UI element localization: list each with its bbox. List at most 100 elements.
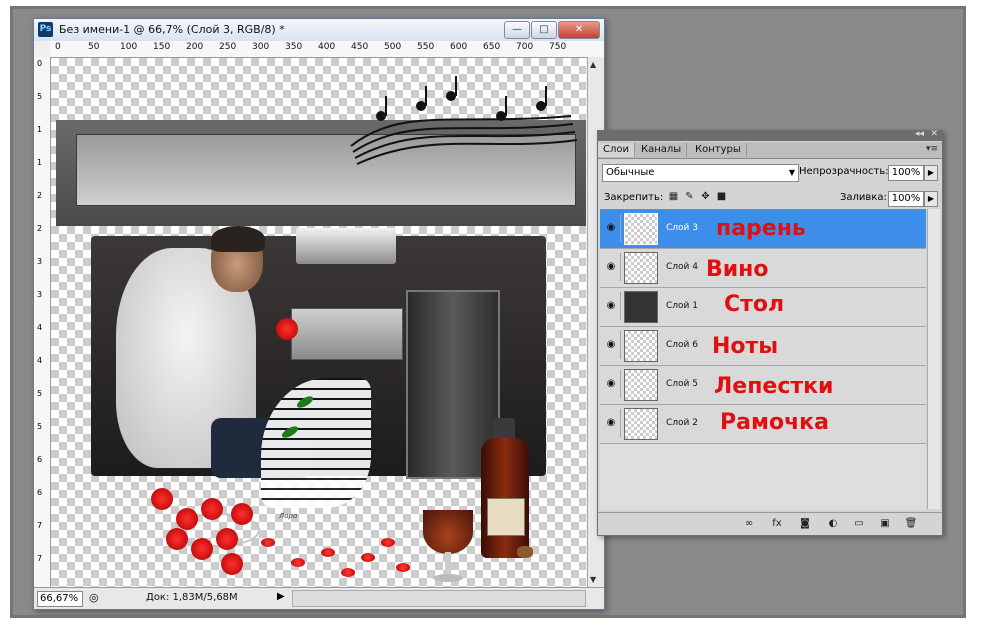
horizontal-scrollbar[interactable] <box>292 590 586 607</box>
ruler-tick: 400 <box>318 42 336 52</box>
ruler-tick: 700 <box>516 42 534 52</box>
layer-thumbnail <box>624 252 658 284</box>
zoom-field[interactable]: 66,67% <box>37 591 83 607</box>
ruler-tick: 600 <box>450 42 468 52</box>
ruler-tick: 3 <box>37 290 43 299</box>
chevron-down-icon: ▼ <box>788 168 795 177</box>
eye-icon[interactable]: ◉ <box>602 253 621 281</box>
blend-mode-select[interactable]: Обычные ▼ <box>602 164 799 182</box>
ruler-tick: 350 <box>285 42 303 52</box>
ruler-tick: 550 <box>417 42 435 52</box>
canvas-watermark: Лоро <box>279 512 298 520</box>
fill-field[interactable]: 100% <box>888 191 924 207</box>
maximize-button[interactable]: □ <box>531 21 557 39</box>
tab-channels[interactable]: Каналы <box>636 143 688 157</box>
layer-annotation: парень <box>716 216 806 241</box>
collapse-panel-icon[interactable]: ◂◂ <box>915 129 924 139</box>
layers-list: ◉ Слой 3 ◉ Слой 4 ◉ Слой 1 ◉ Слой 6 ◉ Сл… <box>600 209 926 510</box>
lock-position-icon[interactable]: ✥ <box>700 191 711 202</box>
lock-transparency-icon[interactable]: ▦ <box>668 191 679 202</box>
layers-scrollbar[interactable] <box>927 209 940 509</box>
ruler-tick: 500 <box>384 42 402 52</box>
man-hair-artwork <box>211 226 265 252</box>
ruler-tick: 650 <box>483 42 501 52</box>
ruler-tick: 150 <box>153 42 171 52</box>
layer-annotation: Рамочка <box>720 410 829 435</box>
layer-name: Слой 2 <box>666 418 698 428</box>
folder-icon[interactable]: ▭ <box>852 517 866 531</box>
layer-annotation: Стол <box>724 292 785 317</box>
trash-icon[interactable]: 🗑 <box>904 517 918 531</box>
panel-header-bar[interactable]: ◂◂ ✕ <box>598 129 942 141</box>
petal-artwork <box>291 558 305 567</box>
layer-name: Слой 6 <box>666 340 698 350</box>
bottle-label-artwork <box>487 498 525 536</box>
opacity-label: Непрозрачность: <box>799 166 889 177</box>
adjustment-icon[interactable]: ◐ <box>826 517 840 531</box>
rose-artwork <box>276 318 298 340</box>
vertical-ruler[interactable]: 0 5 1 1 2 2 3 3 4 4 5 5 6 6 7 7 <box>34 57 51 587</box>
eye-icon[interactable]: ◉ <box>602 292 621 320</box>
stereo-artwork <box>291 308 403 360</box>
layer-name: Слой 4 <box>666 262 698 272</box>
document-title: Без имени-1 @ 66,7% (Слой 3, RGB/8) * <box>59 23 285 36</box>
petal-artwork <box>381 538 395 547</box>
ruler-tick: 7 <box>37 521 43 530</box>
ruler-tick: 0 <box>55 42 61 52</box>
document-status-bar: 66,67% ◎ Док: 1,83M/5,68M ▶ <box>34 587 604 609</box>
status-info-icon[interactable]: ◎ <box>89 591 99 604</box>
layer-thumbnail <box>624 213 658 245</box>
minimize-button[interactable]: — <box>504 21 530 39</box>
scroll-down-icon[interactable]: ▼ <box>590 575 596 584</box>
ruler-tick: 0 <box>37 59 43 68</box>
eye-icon[interactable]: ◉ <box>602 370 621 398</box>
eye-icon[interactable]: ◉ <box>602 214 621 242</box>
photoshop-icon: Ps <box>38 22 53 37</box>
rose-artwork <box>176 508 198 530</box>
ruler-tick: 200 <box>186 42 204 52</box>
blend-mode-value: Обычные <box>606 167 655 178</box>
ruler-tick: 2 <box>37 224 43 233</box>
layer-annotation: Ноты <box>712 334 779 359</box>
ruler-tick: 7 <box>37 554 43 563</box>
status-menu-arrow-icon[interactable]: ▶ <box>277 591 285 602</box>
petal-artwork <box>261 538 275 547</box>
music-notes-artwork <box>350 76 578 165</box>
fill-slider-arrow-icon[interactable]: ▶ <box>924 191 938 207</box>
document-titlebar[interactable]: Ps Без имени-1 @ 66,7% (Слой 3, RGB/8) *… <box>34 19 604 42</box>
tab-layers[interactable]: Слои <box>598 143 635 157</box>
mask-icon[interactable]: ◙ <box>798 517 812 531</box>
fx-icon[interactable]: fx <box>770 517 784 531</box>
ruler-tick: 4 <box>37 323 43 332</box>
document-canvas[interactable]: Лоро <box>51 58 586 587</box>
opacity-slider-arrow-icon[interactable]: ▶ <box>924 165 938 181</box>
scroll-up-icon[interactable]: ▲ <box>590 60 596 69</box>
eye-icon[interactable]: ◉ <box>602 409 621 437</box>
document-size-info: Док: 1,83M/5,68M <box>146 592 238 603</box>
eye-icon[interactable]: ◉ <box>602 331 621 359</box>
lock-label: Закрепить: <box>604 192 664 203</box>
ruler-tick: 50 <box>88 42 100 52</box>
lock-all-icon[interactable]: ■ <box>716 191 727 202</box>
horizontal-ruler[interactable]: 0 50 100 150 200 250 300 350 400 450 500… <box>50 41 604 58</box>
ruler-origin[interactable] <box>34 41 51 58</box>
ruler-tick: 2 <box>37 191 43 200</box>
rose-artwork <box>231 503 253 525</box>
layer-annotation: Вино <box>706 257 769 282</box>
layer-name: Слой 5 <box>666 379 698 389</box>
close-button[interactable]: ✕ <box>558 21 600 39</box>
close-panel-icon[interactable]: ✕ <box>930 129 938 139</box>
layer-name: Слой 1 <box>666 301 698 311</box>
ruler-tick: 450 <box>351 42 369 52</box>
lock-pixels-icon[interactable]: ✎ <box>684 191 695 202</box>
opacity-field[interactable]: 100% <box>888 165 924 181</box>
wine-glass-stem <box>445 552 451 576</box>
layer-annotation: Лепестки <box>714 374 834 399</box>
ruler-tick: 6 <box>37 455 43 464</box>
rose-artwork <box>151 488 173 510</box>
ruler-tick: 5 <box>37 92 43 101</box>
new-layer-icon[interactable]: ▣ <box>878 517 892 531</box>
panel-menu-icon[interactable]: ▾≡ <box>926 144 938 154</box>
tab-paths[interactable]: Контуры <box>690 143 747 157</box>
link-icon[interactable]: ∞ <box>742 517 756 531</box>
